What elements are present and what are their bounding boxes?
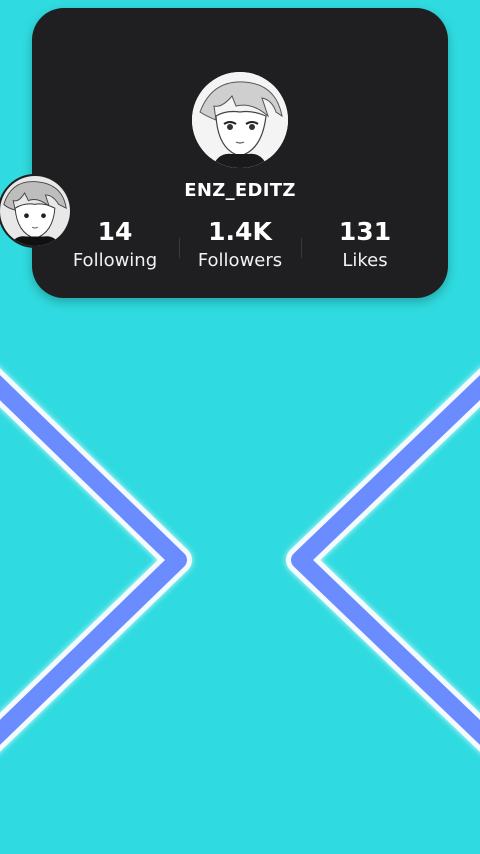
following-label: Following bbox=[72, 250, 158, 271]
followers-stat[interactable]: 1.4K Followers bbox=[180, 216, 300, 274]
followers-count: 1.4K bbox=[208, 217, 272, 246]
likes-stat[interactable]: 131 Likes bbox=[305, 216, 425, 274]
screen: ENZ_EDITZ 14 Following 1.4K Followers 13… bbox=[0, 0, 480, 854]
following-count: 14 bbox=[97, 217, 133, 246]
likes-label: Likes bbox=[342, 250, 388, 271]
chevron-right-icon bbox=[0, 368, 192, 752]
likes-count: 131 bbox=[338, 217, 392, 246]
anime-avatar-icon bbox=[192, 72, 288, 168]
chevron-left-icon bbox=[286, 368, 480, 752]
following-stat[interactable]: 14 Following bbox=[55, 216, 175, 274]
profile-username: ENZ_EDITZ bbox=[184, 180, 296, 201]
stat-divider bbox=[301, 238, 302, 258]
followers-label: Followers bbox=[197, 250, 283, 271]
profile-avatar[interactable] bbox=[192, 72, 288, 168]
